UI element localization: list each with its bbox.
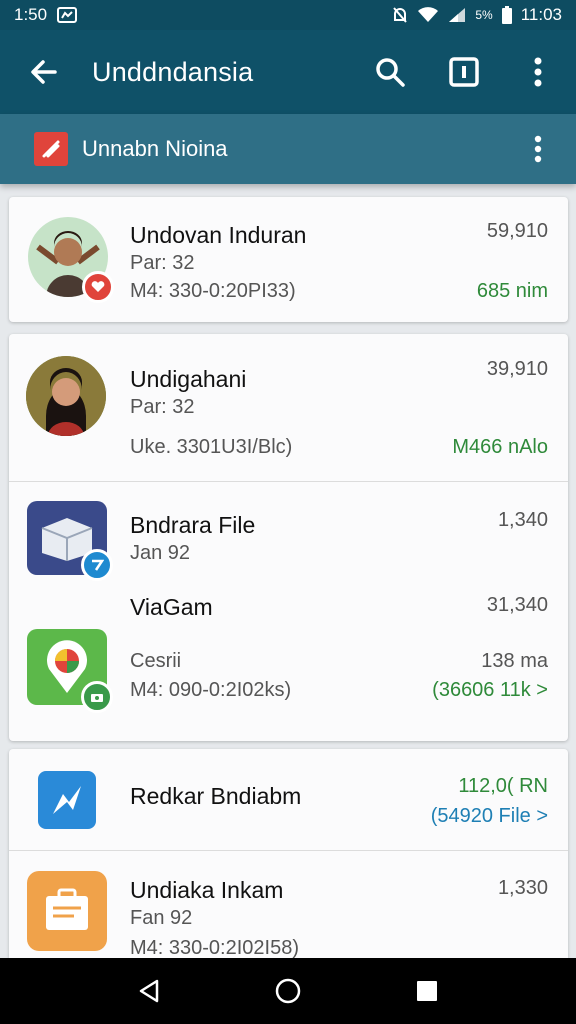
signal-icon bbox=[448, 7, 466, 23]
item-name: ViaGam bbox=[130, 594, 213, 620]
item-name: Bndrara File bbox=[130, 512, 256, 538]
item-name: Undigahani bbox=[130, 366, 247, 392]
status-bar: 1:50 5% 11:03 bbox=[0, 0, 576, 30]
nav-home-icon[interactable] bbox=[266, 969, 310, 1013]
battery-icon bbox=[501, 6, 512, 24]
page-title: Unddndansia bbox=[92, 56, 254, 87]
app-thumbnail bbox=[27, 501, 113, 581]
status-time-right: 11:03 bbox=[520, 5, 562, 24]
item-value: 1,340 bbox=[497, 509, 548, 531]
list-item-group: Bndrara File Jan 92 1,340 ViaGam 31,340 … bbox=[9, 482, 568, 741]
list-item[interactable]: ViaGam 31,340 Cesrii M4: 090-0:2I02ks) 1… bbox=[9, 582, 568, 741]
more-vert-icon[interactable] bbox=[516, 127, 560, 171]
tab-counter-icon[interactable] bbox=[442, 50, 486, 94]
app-thumbnail bbox=[27, 871, 107, 951]
item-value: 1,330 bbox=[497, 877, 548, 899]
item-status: M466 nAlo bbox=[452, 436, 548, 458]
item-line2: M4: 090-0:2I02ks) bbox=[130, 679, 292, 701]
list-item[interactable]: Undiaka Inkam Fan 92 M4: 330-0:2I02I58) … bbox=[9, 851, 568, 958]
messenger-icon bbox=[38, 771, 96, 829]
app-thumbnail bbox=[27, 629, 113, 713]
app-bar: Unddndansia bbox=[0, 30, 576, 114]
account-title: Unnabn Nioina bbox=[82, 136, 228, 161]
item-value: 112,0( RN bbox=[458, 775, 548, 797]
list-item[interactable]: Undovan Induran Par: 32 M4: 330-0:20PI33… bbox=[9, 197, 568, 322]
camera-badge-icon bbox=[81, 681, 113, 713]
item-line1: Jan 92 bbox=[130, 542, 191, 564]
item-line1: Par: 32 bbox=[130, 252, 195, 274]
avatar bbox=[26, 356, 106, 436]
battery-percent: 5% bbox=[475, 8, 493, 22]
item-line1: Cesrii bbox=[130, 650, 182, 672]
item-line2: M4: 330-0:2I02I58) bbox=[130, 937, 299, 958]
app-thumbnail bbox=[38, 771, 98, 831]
nav-recents-icon[interactable] bbox=[405, 969, 449, 1013]
list-item[interactable]: Undigahani Par: 32 Uke. 3301U3I/Blc) 39,… bbox=[9, 334, 568, 482]
app-logo-icon bbox=[34, 132, 68, 166]
item-line2: M4: 330-0:20PI33) bbox=[130, 280, 296, 302]
search-icon[interactable] bbox=[368, 50, 412, 94]
system-nav-bar bbox=[0, 958, 576, 1024]
item-name: Undovan Induran bbox=[130, 222, 307, 248]
item-value-secondary: 138 ma bbox=[481, 650, 548, 672]
avatar bbox=[28, 217, 114, 303]
list-card: Undigahani Par: 32 Uke. 3301U3I/Blc) 39,… bbox=[9, 334, 568, 741]
nav-back-icon[interactable] bbox=[127, 969, 171, 1013]
item-status-link[interactable]: (36606 11k > bbox=[432, 679, 548, 702]
item-line2: Uke. 3301U3I/Blc) bbox=[130, 436, 293, 458]
item-status-link[interactable]: (54920 File > bbox=[431, 805, 548, 828]
wifi-icon bbox=[417, 7, 439, 23]
item-name: Redkar Bndiabm bbox=[130, 783, 302, 809]
heart-badge-icon bbox=[82, 271, 114, 303]
item-line1: Fan 92 bbox=[130, 907, 193, 929]
list-card: Undovan Induran Par: 32 M4: 330-0:20PI33… bbox=[9, 197, 568, 322]
item-name: Undiaka Inkam bbox=[130, 877, 284, 903]
list-item[interactable]: Redkar Bndiabm 112,0( RN (54920 File > bbox=[9, 749, 568, 851]
item-line1: Par: 32 bbox=[130, 396, 195, 418]
app-badge-icon bbox=[81, 549, 113, 581]
list-item[interactable]: Bndrara File Jan 92 1,340 bbox=[9, 482, 568, 582]
item-value: 39,910 bbox=[486, 358, 548, 380]
back-arrow-icon[interactable] bbox=[24, 52, 64, 92]
more-vert-icon[interactable] bbox=[516, 50, 560, 94]
item-status: 685 nim bbox=[476, 280, 548, 302]
account-bar: Unnabn Nioina bbox=[0, 114, 576, 184]
status-time-left: 1:50 bbox=[14, 5, 48, 24]
do-not-disturb-icon bbox=[392, 6, 408, 24]
item-value: 31,340 bbox=[486, 594, 548, 616]
list-card: Redkar Bndiabm 112,0( RN (54920 File > U… bbox=[9, 749, 568, 958]
item-value: 59,910 bbox=[486, 220, 548, 242]
notification-icon bbox=[57, 7, 78, 23]
briefcase-icon bbox=[27, 871, 107, 951]
